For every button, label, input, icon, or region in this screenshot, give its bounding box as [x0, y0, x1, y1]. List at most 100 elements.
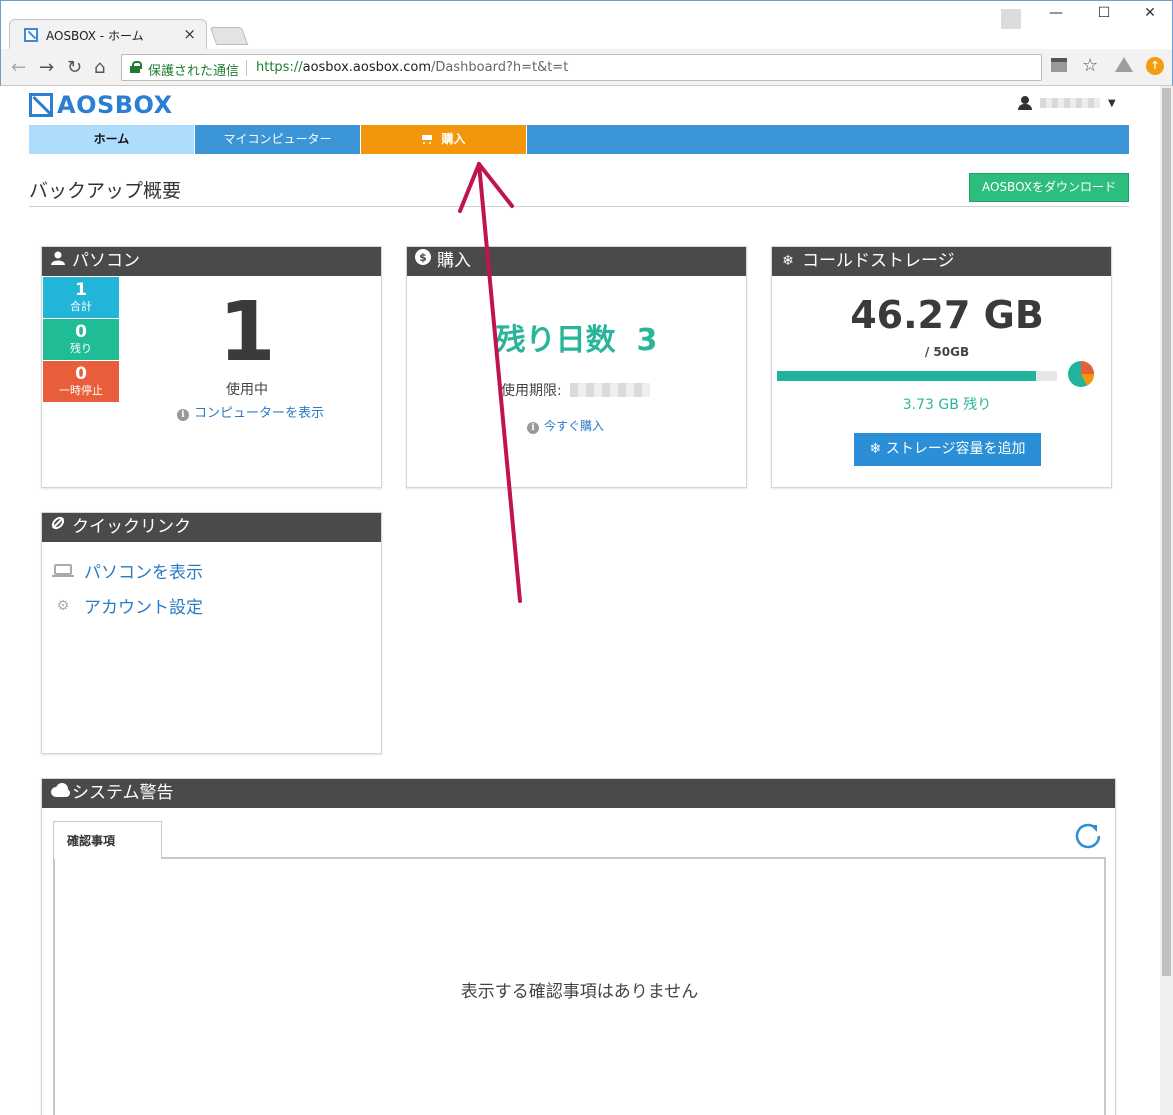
snowflake-icon: ❄: [869, 441, 882, 457]
user-icon: [50, 247, 66, 276]
bookmark-star-icon[interactable]: ☆: [1082, 55, 1098, 76]
drive-extension-icon[interactable]: [1115, 57, 1133, 73]
view-computers-label: コンピューターを表示: [194, 406, 325, 421]
download-aosbox-button[interactable]: AOSBOXをダウンロード: [969, 173, 1129, 202]
pc-total-label: 合計: [70, 300, 92, 313]
pc-remaining-number: 0: [75, 322, 87, 342]
new-tab-button[interactable]: [209, 27, 249, 45]
lock-icon: [130, 61, 142, 73]
pc-stat-total[interactable]: 1 合計: [43, 277, 119, 318]
cloud-icon: [50, 779, 70, 808]
main-nav: ホーム マイコンピューター 購入: [29, 125, 1129, 154]
gear-icon: ⚙: [56, 597, 70, 614]
reload-button[interactable]: ↻: [67, 57, 82, 78]
page-scrollbar[interactable]: [1160, 86, 1173, 1115]
tab-title: AOSBOX - ホーム: [46, 29, 144, 43]
home-button[interactable]: ⌂: [94, 57, 105, 78]
user-name-redacted: [1040, 98, 1100, 108]
storage-progress-fill: [777, 371, 1036, 381]
address-separator: [246, 60, 247, 76]
days-remaining: 残り日数 3: [407, 315, 746, 359]
pc-paused-label: 一時停止: [59, 384, 103, 397]
nav-buy[interactable]: 購入: [361, 125, 527, 154]
aosbox-favicon-icon: [24, 28, 38, 42]
storage-progress-bar: [777, 371, 1057, 381]
page-title: バックアップ概要: [29, 180, 182, 202]
laptop-icon: [52, 563, 74, 579]
days-remaining-value: 3: [636, 323, 658, 358]
browser-tab-aosbox[interactable]: AOSBOX - ホーム ×: [9, 19, 207, 49]
nav-my-computer[interactable]: マイコンピューター: [195, 125, 361, 154]
refresh-icon[interactable]: [1073, 821, 1103, 851]
window-close-button[interactable]: ✕: [1135, 5, 1165, 21]
browser-profile-icon[interactable]: [1001, 9, 1021, 29]
quick-links-title: クイックリンク: [72, 517, 191, 537]
purchase-card-title: 購入: [437, 251, 471, 271]
quick-link-view-pc-label: パソコンを表示: [84, 563, 203, 583]
add-storage-button[interactable]: ❄ ストレージ容量を追加: [854, 433, 1041, 466]
caret-down-icon: ▼: [1108, 97, 1116, 109]
quick-links-header: クイックリンク: [42, 513, 381, 542]
aosbox-logo-icon: [29, 93, 53, 117]
purchase-card: $ 購入 残り日数 3 使用期限: i 今すぐ購入: [406, 246, 747, 488]
pc-stat-paused[interactable]: 0 一時停止: [43, 361, 119, 402]
snowflake-icon: ❄: [782, 253, 794, 269]
view-computers-link[interactable]: i コンピューターを表示: [177, 402, 324, 421]
extension-icon[interactable]: [1051, 58, 1067, 72]
back-button[interactable]: ←: [11, 57, 26, 78]
quick-link-account-settings[interactable]: ⚙ アカウント設定: [54, 593, 203, 619]
empty-confirmations-message: 表示する確認事項はありません: [460, 982, 699, 1002]
storage-used: 46.27 GB: [850, 293, 1044, 337]
quick-link-account-label: アカウント設定: [84, 598, 203, 618]
expiry-label: 使用期限:: [501, 383, 562, 399]
pc-in-use-count: 1: [218, 285, 276, 380]
window-maximize-button[interactable]: ☐: [1089, 5, 1119, 21]
dollar-icon: $: [415, 247, 431, 276]
pc-stat-remaining[interactable]: 0 残り: [43, 319, 119, 360]
pc-card-header: パソコン: [42, 247, 381, 276]
nav-home[interactable]: ホーム: [29, 125, 195, 154]
cold-storage-card-header: ❄ コールドストレージ: [772, 247, 1111, 276]
purchase-card-header: $ 購入: [407, 247, 746, 276]
address-bar[interactable]: 保護された通信 https://aosbox.aosbox.com/Dashbo…: [121, 54, 1042, 81]
system-alerts-card: システム警告 確認事項 表示する確認事項はありません: [41, 778, 1116, 1115]
secure-connection-label[interactable]: 保護された通信: [148, 60, 239, 79]
window-minimize-button[interactable]: —: [1041, 5, 1071, 21]
buy-now-link[interactable]: i 今すぐ購入: [527, 417, 604, 434]
svg-text:$: $: [419, 251, 427, 264]
pc-total-number: 1: [75, 280, 87, 300]
cold-storage-card: ❄ コールドストレージ 46.27 GB / 50GB 3.73 GB 残り ❄…: [771, 246, 1112, 488]
logo-text: AOSBOX: [57, 91, 173, 119]
user-menu[interactable]: ▼: [1018, 96, 1116, 110]
scrollbar-thumb[interactable]: [1162, 88, 1171, 976]
forward-button[interactable]: →: [39, 57, 54, 78]
buy-now-label: 今すぐ購入: [544, 419, 605, 433]
tab-close-icon[interactable]: ×: [183, 25, 196, 43]
pc-card: パソコン 1 合計 0 残り 0 一時停止 1 使用中 i コンピューターを表示: [41, 246, 382, 488]
expiry-date: 使用期限:: [501, 380, 650, 400]
url-scheme: https://: [256, 60, 303, 75]
cold-storage-card-title: コールドストレージ: [802, 251, 955, 271]
info-icon: i: [527, 422, 539, 434]
confirmations-panel: 表示する確認事項はありません: [53, 857, 1106, 1115]
pc-in-use-label: 使用中: [226, 382, 268, 398]
storage-total: / 50GB: [924, 345, 970, 359]
quick-links-card: クイックリンク パソコンを表示 ⚙ アカウント設定: [41, 512, 382, 754]
user-icon: [1018, 96, 1032, 110]
nav-buy-label: 購入: [441, 132, 466, 146]
tab-confirmations[interactable]: 確認事項: [53, 821, 162, 859]
aosbox-logo[interactable]: AOSBOX: [29, 91, 173, 119]
address-url[interactable]: https://aosbox.aosbox.com/Dashboard?h=t&…: [256, 60, 568, 75]
update-extension-icon[interactable]: ↑: [1146, 57, 1164, 75]
system-alerts-header: システム警告: [42, 779, 1115, 808]
pc-paused-number: 0: [75, 364, 87, 384]
system-alerts-title: システム警告: [72, 783, 174, 803]
quick-link-view-pc[interactable]: パソコンを表示: [52, 558, 203, 583]
cart-icon: [421, 134, 433, 144]
days-remaining-label: 残り日数: [495, 323, 616, 358]
tab-strip: AOSBOX - ホーム × — ☐ ✕: [1, 1, 1172, 49]
url-path: /Dashboard?h=t&t=t: [431, 60, 569, 75]
browser-toolbar: ← → ↻ ⌂ 保護された通信 https://aosbox.aosbox.co…: [1, 49, 1172, 87]
storage-remaining: 3.73 GB 残り: [902, 397, 992, 413]
title-divider: [29, 206, 1129, 207]
